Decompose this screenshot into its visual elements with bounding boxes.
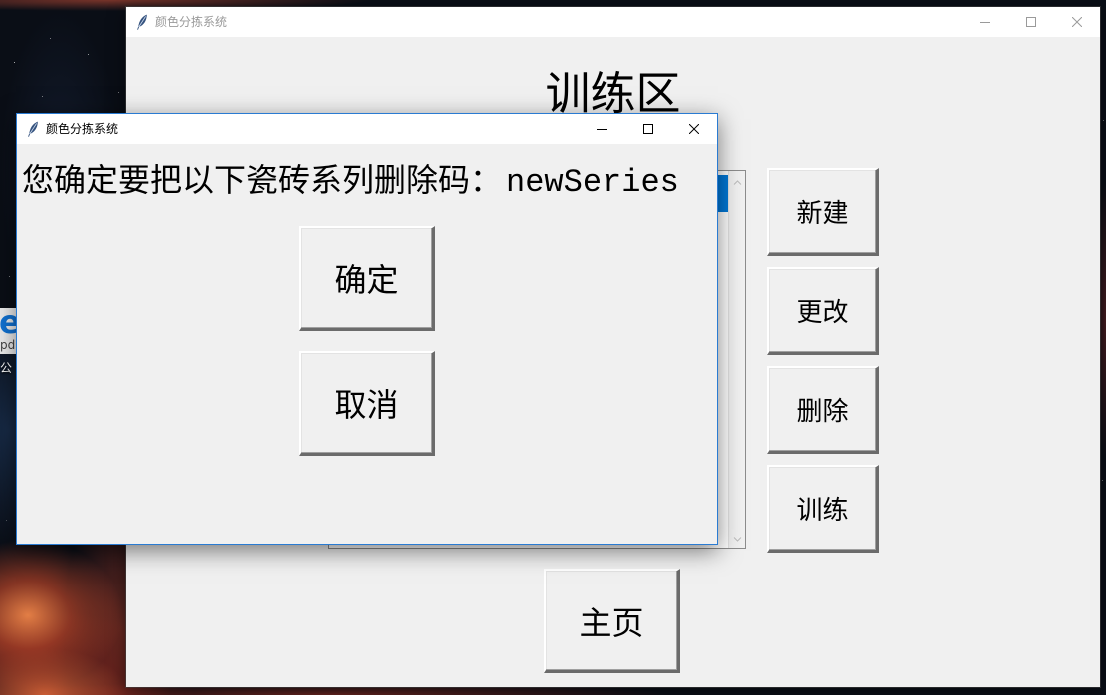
maximize-icon <box>643 124 653 134</box>
confirm-prompt-text: 您确定要把以下瓷砖系列删除码： <box>22 161 503 199</box>
confirm-button[interactable]: 确定 <box>299 226 435 331</box>
minimize-icon <box>597 124 607 134</box>
cancel-button[interactable]: 取消 <box>299 351 435 456</box>
main-window-titlebar[interactable]: 颜色分拣系统 <box>126 7 1100 37</box>
dialog-titlebar[interactable]: 颜色分拣系统 <box>17 114 717 144</box>
close-icon <box>1072 17 1082 27</box>
home-button[interactable]: 主页 <box>544 569 680 673</box>
chevron-up-icon <box>733 179 742 186</box>
close-icon <box>689 124 699 134</box>
listbox-scrollbar[interactable] <box>728 171 745 548</box>
wallpaper-stars <box>0 0 1 1</box>
delete-confirm-message: 您确定要把以下瓷砖系列删除码： newSeries <box>22 160 679 201</box>
desktop-icon-label: 公 <box>0 361 13 375</box>
train-button[interactable]: 训练 <box>767 465 879 553</box>
main-close-button[interactable] <box>1054 7 1100 37</box>
delete-button[interactable]: 删除 <box>767 366 879 454</box>
pdf-badge-text: pd <box>0 338 16 352</box>
new-button[interactable]: 新建 <box>767 168 879 256</box>
delete-confirm-dialog: 颜色分拣系统 您确定要把以下瓷砖系列删除码： newSeries 确定 取消 <box>16 113 718 545</box>
main-window-title: 颜色分拣系统 <box>155 15 228 29</box>
chevron-down-icon <box>733 536 742 543</box>
minimize-icon <box>980 17 990 27</box>
scroll-down-button[interactable] <box>729 531 745 548</box>
feather-icon <box>136 14 148 30</box>
feather-icon <box>27 121 39 137</box>
edit-button[interactable]: 更改 <box>767 267 879 355</box>
main-maximize-button[interactable] <box>1008 7 1054 37</box>
series-name: newSeries <box>506 164 679 201</box>
dialog-close-button[interactable] <box>671 114 717 144</box>
maximize-icon <box>1026 17 1036 27</box>
dialog-maximize-button[interactable] <box>625 114 671 144</box>
main-minimize-button[interactable] <box>962 7 1008 37</box>
scroll-up-button[interactable] <box>729 174 745 191</box>
dialog-title: 颜色分拣系统 <box>46 122 119 136</box>
dialog-minimize-button[interactable] <box>579 114 625 144</box>
